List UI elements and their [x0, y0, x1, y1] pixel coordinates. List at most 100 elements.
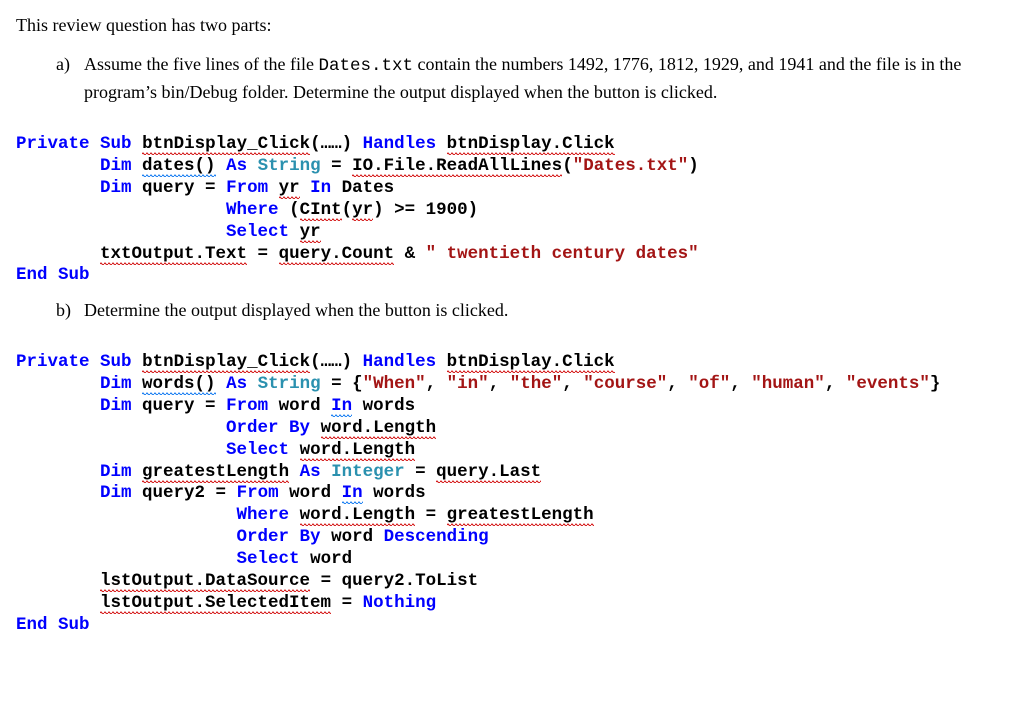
eq: = query2.ToList — [310, 571, 478, 591]
eq: = — [415, 505, 447, 525]
op: & — [394, 244, 426, 264]
var: words — [352, 396, 415, 416]
var: greatestLength — [142, 462, 289, 483]
part-b: b) Determine the output displayed when t… — [56, 297, 1008, 324]
type: Integer — [331, 462, 405, 482]
part-a-pre: Assume the five lines of the file — [84, 54, 318, 74]
prop: txtOutput.Text — [100, 244, 247, 265]
method-name: btnDisplay_Click — [142, 352, 310, 373]
kw: Handles — [363, 352, 437, 372]
part-a-text: Assume the five lines of the file Dates.… — [84, 51, 1008, 106]
kw: Descending — [384, 527, 489, 547]
string: "events" — [846, 374, 930, 394]
eq: = — [247, 244, 279, 264]
type: String — [258, 374, 321, 394]
kw: Dim — [100, 374, 132, 394]
var: words — [363, 483, 426, 503]
kw: In — [331, 396, 352, 417]
kw: End — [16, 265, 48, 285]
paren: ( — [289, 200, 300, 220]
kw: As — [226, 156, 247, 176]
var: word — [300, 549, 353, 569]
kw: In — [310, 178, 331, 198]
code-block-a: Private Sub btnDisplay_Click(……) Handles… — [16, 112, 1008, 287]
var: word — [321, 527, 384, 547]
kw: In — [342, 483, 363, 504]
kw: Select — [226, 440, 289, 460]
var: words() — [142, 374, 216, 395]
var: yr — [352, 200, 373, 221]
kw: Dim — [100, 483, 132, 503]
var: query2 = — [142, 483, 237, 503]
kw: Order By — [237, 527, 321, 547]
string: "course" — [583, 374, 667, 394]
kw: Sub — [58, 615, 90, 635]
var: yr — [300, 222, 321, 243]
paren: ( — [342, 200, 353, 220]
eq: = — [321, 156, 353, 176]
string: " twentieth century dates" — [426, 244, 699, 264]
comma: , — [730, 374, 751, 394]
kw: As — [226, 374, 247, 394]
kw: Select — [237, 549, 300, 569]
fn: CInt — [300, 200, 342, 221]
string: "the" — [510, 374, 563, 394]
kw: Where — [226, 200, 279, 220]
string: "Dates.txt" — [573, 156, 689, 176]
kw: From — [237, 483, 279, 503]
eq: = — [405, 462, 437, 482]
kw: Where — [237, 505, 290, 525]
kw: Sub — [58, 265, 90, 285]
kw: Dim — [100, 156, 132, 176]
eq: = { — [321, 374, 363, 394]
expr: query.Count — [279, 244, 395, 265]
event: btnDisplay.Click — [447, 134, 615, 155]
kw: Sub — [100, 352, 132, 372]
expr: word.Length — [300, 505, 416, 526]
type: String — [258, 156, 321, 176]
kw: From — [226, 178, 268, 198]
expr: word.Length — [300, 440, 416, 461]
comma: , — [825, 374, 846, 394]
kw: Sub — [100, 134, 132, 154]
kw: As — [300, 462, 321, 482]
cond: >= 1900) — [384, 200, 479, 220]
var: word — [279, 396, 332, 416]
params: (……) — [310, 134, 352, 154]
var: yr — [279, 178, 300, 199]
brace: } — [930, 374, 941, 394]
string: "When" — [363, 374, 426, 394]
part-b-text: Determine the output displayed when the … — [84, 297, 1008, 324]
var: Dates — [342, 178, 395, 198]
expr: query.Last — [436, 462, 541, 483]
expr: word.Length — [321, 418, 437, 439]
kw: Private — [16, 134, 90, 154]
event: btnDisplay.Click — [447, 352, 615, 373]
part-a-label: a) — [56, 51, 84, 106]
var: query = — [142, 396, 226, 416]
code-block-b: Private Sub btnDisplay_Click(……) Handles… — [16, 330, 1008, 636]
comma: , — [426, 374, 447, 394]
kw: Order By — [226, 418, 310, 438]
intro-text: This review question has two parts: — [16, 12, 1008, 39]
method-name: btnDisplay_Click — [142, 134, 310, 155]
part-a: a) Assume the five lines of the file Dat… — [56, 51, 1008, 106]
paren: ( — [562, 156, 573, 176]
method: IO.File.ReadAllLines — [352, 156, 562, 177]
kw: Dim — [100, 178, 132, 198]
kw: From — [226, 396, 268, 416]
kw: Private — [16, 352, 90, 372]
string: "human" — [751, 374, 825, 394]
params: (……) — [310, 352, 352, 372]
kw: Dim — [100, 462, 132, 482]
filename: Dates.txt — [318, 56, 413, 76]
var: query = — [142, 178, 226, 198]
kw: Nothing — [363, 593, 437, 613]
prop: lstOutput.SelectedItem — [100, 593, 331, 614]
comma: , — [489, 374, 510, 394]
string: "in" — [447, 374, 489, 394]
var: dates() — [142, 156, 216, 177]
var: greatestLength — [447, 505, 594, 526]
kw: Handles — [363, 134, 437, 154]
eq: = — [331, 593, 363, 613]
